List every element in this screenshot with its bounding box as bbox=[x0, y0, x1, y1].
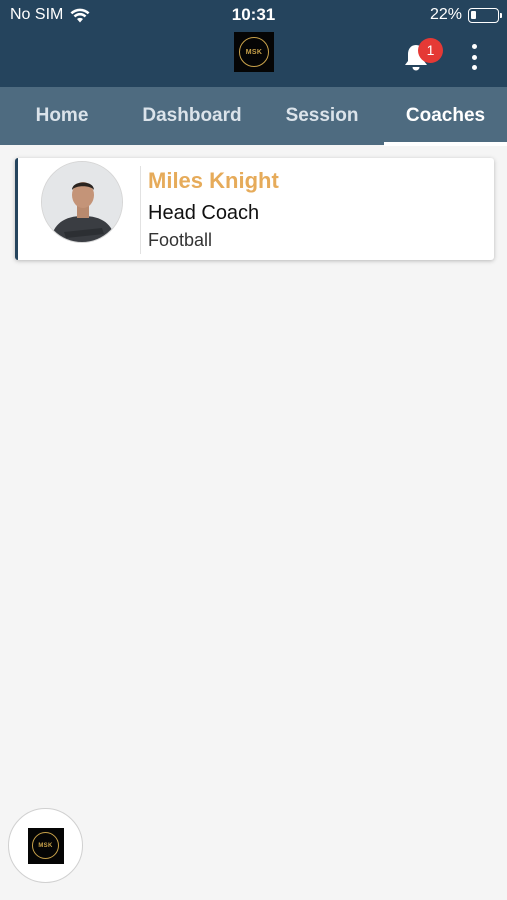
notification-badge: 1 bbox=[418, 38, 443, 63]
tab-coaches[interactable]: Coaches bbox=[384, 87, 507, 145]
kebab-dot bbox=[471, 54, 477, 60]
kebab-dot bbox=[471, 44, 477, 49]
battery-fill bbox=[471, 10, 476, 19]
battery-percent: 22% bbox=[429, 6, 462, 23]
tab-home[interactable]: Home bbox=[0, 87, 124, 145]
fab-logo: MSK bbox=[27, 827, 64, 864]
coach-avatar bbox=[41, 161, 123, 243]
tab-session[interactable]: Session bbox=[260, 87, 384, 145]
logo-emblem: MSK bbox=[239, 37, 269, 67]
coach-sport: Football bbox=[148, 230, 213, 250]
fab-logo-text: MSK bbox=[38, 842, 53, 849]
person-photo-icon bbox=[42, 162, 122, 242]
battery-icon bbox=[468, 7, 502, 23]
logo-emblem: MSK bbox=[32, 832, 59, 859]
more-vertical-icon[interactable] bbox=[466, 42, 482, 72]
logo-text: MSK bbox=[245, 48, 263, 56]
coach-role: Head Coach bbox=[148, 202, 260, 224]
app-header: MSK 1 bbox=[0, 30, 507, 87]
coach-card[interactable]: Miles Knight Head Coach Football bbox=[15, 158, 494, 260]
floating-logo-button[interactable]: MSK bbox=[8, 808, 83, 883]
tab-bar: Home Dashboard Session Coaches bbox=[0, 87, 507, 146]
kebab-dot bbox=[471, 65, 477, 70]
status-bar: No SIM 10:31 22% bbox=[0, 0, 507, 30]
tab-dashboard[interactable]: Dashboard bbox=[124, 87, 260, 145]
card-divider bbox=[140, 166, 141, 254]
app-logo: MSK bbox=[234, 32, 274, 72]
coach-name: Miles Knight bbox=[148, 168, 279, 193]
status-right: 22% bbox=[429, 6, 502, 24]
active-tab-indicator bbox=[384, 142, 507, 146]
